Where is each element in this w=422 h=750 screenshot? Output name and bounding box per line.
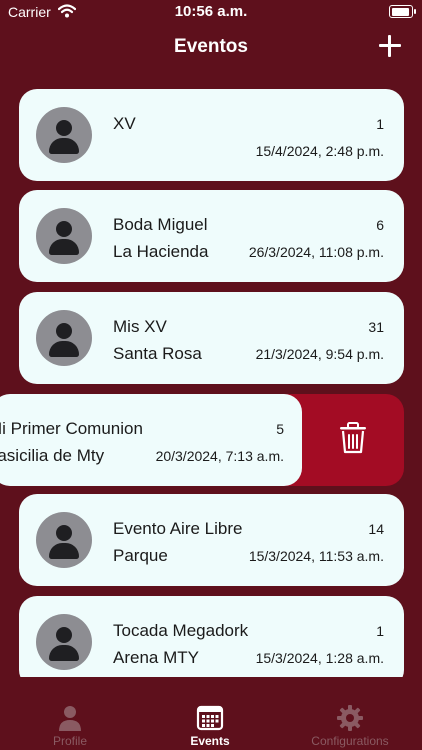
page-title: Eventos — [174, 36, 248, 57]
event-count: 14 — [368, 521, 384, 537]
tab-events[interactable]: Events — [140, 677, 280, 750]
tab-configurations[interactable]: Configurations — [280, 677, 420, 750]
tab-label: Configurations — [311, 734, 389, 748]
event-date: 15/4/2024, 2:48 p.m. — [255, 143, 384, 159]
event-card-swiped[interactable]: Mi Primer Comunion Basicilia de Mty 5 20… — [0, 394, 302, 486]
event-card[interactable]: Mis XV Santa Rosa 31 21/3/2024, 9:54 p.m… — [19, 292, 404, 384]
avatar — [36, 614, 92, 670]
event-count: 5 — [276, 421, 284, 437]
event-date: 15/3/2024, 1:28 a.m. — [255, 650, 384, 666]
battery-fill — [391, 7, 409, 16]
tab-label: Profile — [52, 734, 87, 748]
gear-icon — [337, 705, 363, 731]
event-card[interactable]: Evento Aire Libre Parque 14 15/3/2024, 1… — [19, 494, 404, 586]
avatar — [36, 512, 92, 568]
event-date: 20/3/2024, 7:13 a.m. — [155, 448, 284, 464]
event-location: Basicilia de Mty — [0, 446, 105, 465]
event-name: Evento Aire Libre — [113, 519, 243, 538]
event-count: 31 — [368, 319, 384, 335]
event-date: 15/3/2024, 11:53 a.m. — [248, 548, 384, 564]
event-name: Boda Miguel — [113, 215, 208, 234]
events-list[interactable]: XV 1 15/4/2024, 2:48 p.m. Boda Miguel La… — [0, 89, 422, 677]
event-count: 1 — [376, 116, 384, 132]
event-date: 21/3/2024, 9:54 p.m. — [255, 346, 384, 362]
event-date: 26/3/2024, 11:08 p.m. — [248, 244, 384, 260]
event-card[interactable]: Boda Miguel La Hacienda 6 26/3/2024, 11:… — [19, 190, 404, 282]
event-location: Santa Rosa — [113, 344, 202, 363]
trash-icon[interactable] — [338, 422, 368, 454]
person-icon — [59, 706, 81, 731]
event-name: Tocada Megadork — [113, 621, 249, 640]
event-card[interactable]: XV 1 15/4/2024, 2:48 p.m. — [19, 89, 404, 181]
event-name: XV — [113, 114, 136, 133]
tab-bar: Profile Events Configurations — [0, 677, 422, 750]
event-location: La Hacienda — [113, 242, 209, 261]
calendar-icon — [196, 705, 224, 731]
event-name: Mis XV — [113, 317, 167, 336]
status-time: 10:56 a.m. — [174, 3, 248, 20]
event-count: 1 — [376, 623, 384, 639]
battery-icon — [389, 5, 416, 18]
status-bar: Carrier 10:56 a.m. — [0, 0, 422, 26]
avatar — [36, 310, 92, 366]
add-event-button[interactable] — [376, 32, 404, 60]
event-location: Arena MTY — [113, 648, 199, 667]
tab-label: Events — [190, 734, 230, 748]
avatar — [36, 208, 92, 264]
event-location: Parque — [113, 546, 168, 565]
avatar — [36, 107, 92, 163]
tab-profile[interactable]: Profile — [0, 677, 140, 750]
event-count: 6 — [376, 217, 384, 233]
event-card[interactable]: Tocada Megadork Arena MTY 1 15/3/2024, 1… — [19, 596, 404, 677]
event-name: Mi Primer Comunion — [0, 419, 143, 438]
